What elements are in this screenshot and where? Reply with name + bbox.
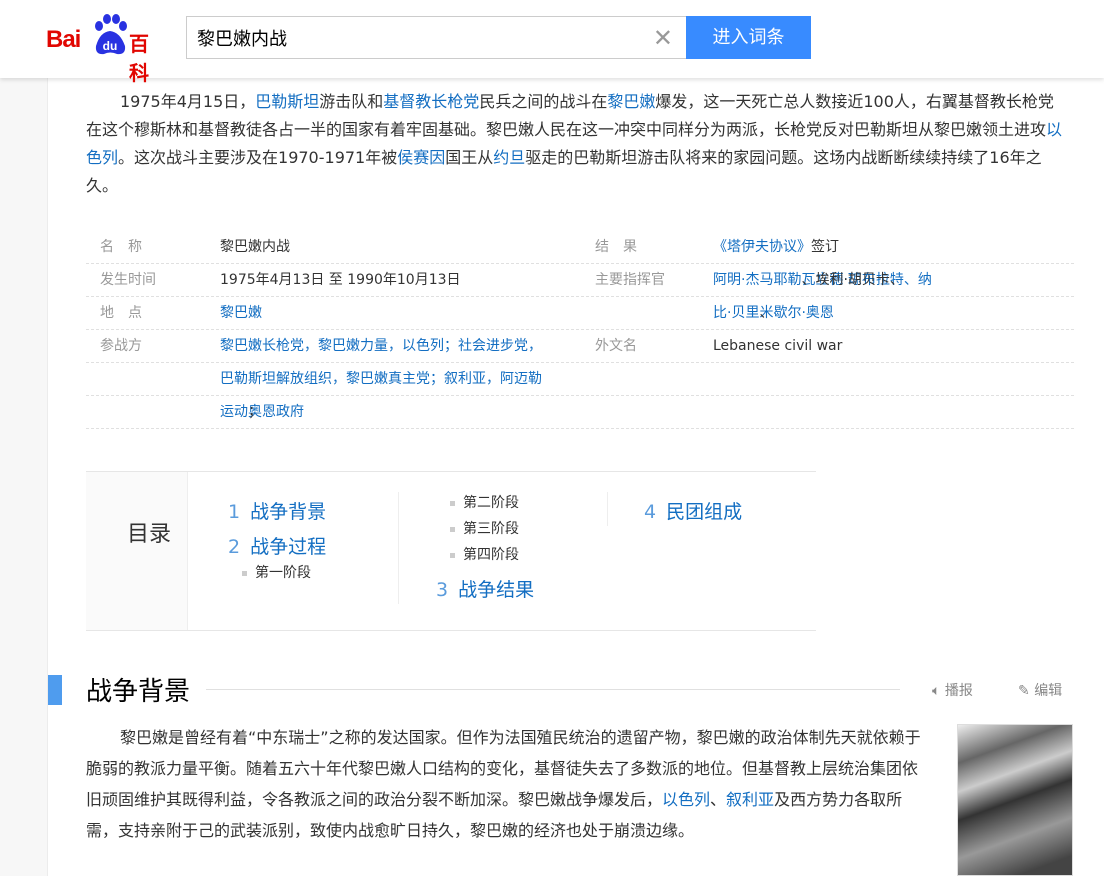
section-photo[interactable] [957, 724, 1073, 876]
info-value: 巴勒斯坦解放组织，黎巴嫩真主党；叙利亚，阿迈勒 [220, 363, 542, 396]
info-value: 黎巴嫩长枪党，黎巴嫩力量，以色列；社会进步党， [220, 330, 542, 363]
toc-sub-2[interactable]: 第二阶段 [450, 492, 519, 512]
inline-link[interactable]: 、纳 [904, 272, 932, 288]
inline-link[interactable]: 巴勒斯坦解放组织，黎巴嫩真主党；叙利亚，阿迈勒 [220, 371, 542, 387]
logo-bai: Bai [46, 26, 81, 53]
info-label: 地 点 [100, 305, 142, 321]
info-row: 参战方 黎巴嫩长枪党，黎巴嫩力量，以色列；社会进步党， 外文名 Lebanese ci… [86, 330, 1074, 363]
toc-item-1[interactable]: 1 战争背景 [228, 497, 326, 524]
info-value: 黎巴嫩 [220, 297, 262, 330]
inline-link[interactable]: 《塔伊夫协议》 [713, 239, 811, 255]
search-box: ✕ [186, 16, 687, 59]
section-divider [206, 689, 900, 690]
info-label: 发生时间 [100, 272, 156, 288]
toc-sub-4[interactable]: 第四阶段 [450, 544, 519, 564]
edit-button[interactable]: ✎ 编辑 [1018, 680, 1062, 700]
toc-item-3[interactable]: 3 战争结果 [436, 575, 534, 602]
toc-header: 目录 [86, 472, 188, 630]
info-label: 参战方 [100, 338, 142, 354]
text-segment: 1975年4月13日 至 1990年10月13日 [220, 272, 461, 288]
text-segment: ； [248, 404, 262, 420]
broadcast-button[interactable]: 🔈︎ 播报 [932, 680, 973, 700]
svg-text:du: du [103, 39, 118, 53]
header: Bai du 百科 ✕ 进入词条 [0, 0, 1104, 85]
info-value: 阿明·杰马耶勒 、埃利·胡贝卡、 瓦立德·琼布拉特、纳 [713, 264, 932, 297]
text-segment: 1975年4月15日， [120, 92, 256, 111]
toc-sub-3[interactable]: 第三阶段 [450, 518, 519, 538]
text-segment: Lebanese civil war [713, 338, 843, 354]
info-row: 巴勒斯坦解放组织，黎巴嫩真主党；叙利亚，阿迈勒 [86, 363, 1074, 396]
text-segment: 黎巴嫩内战 [220, 239, 290, 255]
inline-link[interactable]: 比·贝里 [713, 305, 759, 321]
info-value: 比·贝里、米歇尔·奥恩 [713, 297, 834, 330]
section-title: 战争背景 [86, 677, 191, 707]
text-segment: 民兵之间的战斗在 [479, 92, 608, 111]
toc-divider [607, 492, 608, 526]
logo-baike: 百科 [129, 32, 149, 85]
inline-link[interactable]: 叙利亚 [726, 790, 774, 809]
intro-paragraph: 1975年4月15日，巴勒斯坦游击队和基督教长枪党民兵之间的战斗在黎巴嫩爆发，这… [86, 88, 1066, 200]
paw-icon: du [95, 14, 127, 55]
toc-sub-1[interactable]: 第一阶段 [242, 562, 311, 582]
inline-link[interactable]: 侯赛因 [397, 148, 445, 167]
info-row: 名 称 黎巴嫩内战 结 果 《塔伊夫协议》 签订 [86, 231, 1074, 264]
toc-title: 目录 [126, 522, 171, 547]
text-segment: 游击队和 [319, 92, 384, 111]
inline-link[interactable]: 以色列 [662, 790, 710, 809]
inline-link[interactable]: 基督教长枪党 [383, 92, 479, 111]
inline-link[interactable]: 约旦 [493, 148, 525, 167]
section-accent-bar [48, 675, 62, 705]
info-value: 运动；奥恩政府 [220, 396, 304, 429]
left-sidebar-strip [0, 78, 48, 876]
baidu-baike-logo[interactable]: Bai du 百科 [46, 12, 156, 85]
pencil-icon: ✎ [1018, 683, 1030, 699]
inline-link[interactable]: 黎巴嫩 [607, 92, 655, 111]
table-of-contents: 目录 1 战争背景 2 战争过程 第一阶段 第二阶段 第三阶段 第四阶段 3 战争结果… [86, 471, 816, 631]
info-row: 运动；奥恩政府 [86, 396, 1074, 429]
text-segment: 国王从 [445, 148, 494, 167]
search-input[interactable] [187, 17, 627, 58]
toc-item-2[interactable]: 2 战争过程 [228, 532, 326, 559]
enter-entry-button[interactable]: 进入词条 [686, 16, 811, 59]
text-segment: 、 [710, 790, 727, 809]
inline-link[interactable]: 黎巴嫩 [220, 305, 262, 321]
inline-link[interactable]: 黎巴嫩长枪党，黎巴嫩力量，以色列；社会进步党， [220, 338, 542, 354]
info-row: 地 点 黎巴嫩 比·贝里、米歇尔·奥恩 [86, 297, 1074, 330]
info-label: 结 果 [595, 239, 637, 255]
inline-link[interactable]: 运动 [220, 404, 248, 420]
text-segment: 签订 [811, 239, 839, 255]
inline-link[interactable]: 巴勒斯坦 [255, 92, 319, 111]
toc-divider [398, 492, 399, 604]
speaker-icon: 🔈︎ [932, 683, 941, 699]
info-label: 主要指挥官 [595, 272, 665, 288]
info-row: 发生时间 1975年4月13日 至 1990年10月13日 主要指挥官 阿明·杰马耶勒… [86, 264, 1074, 297]
toc-item-4[interactable]: 4 民团组成 [644, 497, 742, 524]
text-segment: 、 [759, 305, 774, 321]
inline-link[interactable]: 阿明·杰马耶勒 [713, 272, 801, 288]
text-segment: 、埃利·胡贝卡、 [801, 272, 904, 288]
info-value: 《塔伊夫协议》 签订 [713, 231, 839, 264]
clear-icon[interactable]: ✕ [653, 26, 673, 50]
section-paragraph: 黎巴嫩是曾经有着“中东瑞士”之称的发达国家。但作为法国殖民统治的遗留产物，黎巴嫩… [86, 722, 922, 846]
basic-info-table: 名 称 黎巴嫩内战 结 果 《塔伊夫协议》 签订发生时间 1975年4月13日 至 199… [86, 231, 1074, 429]
info-label: 外文名 [595, 338, 637, 354]
text-segment: 。这次战斗主要涉及在1970-1971年被 [118, 148, 398, 167]
info-label: 名 称 [100, 239, 142, 255]
